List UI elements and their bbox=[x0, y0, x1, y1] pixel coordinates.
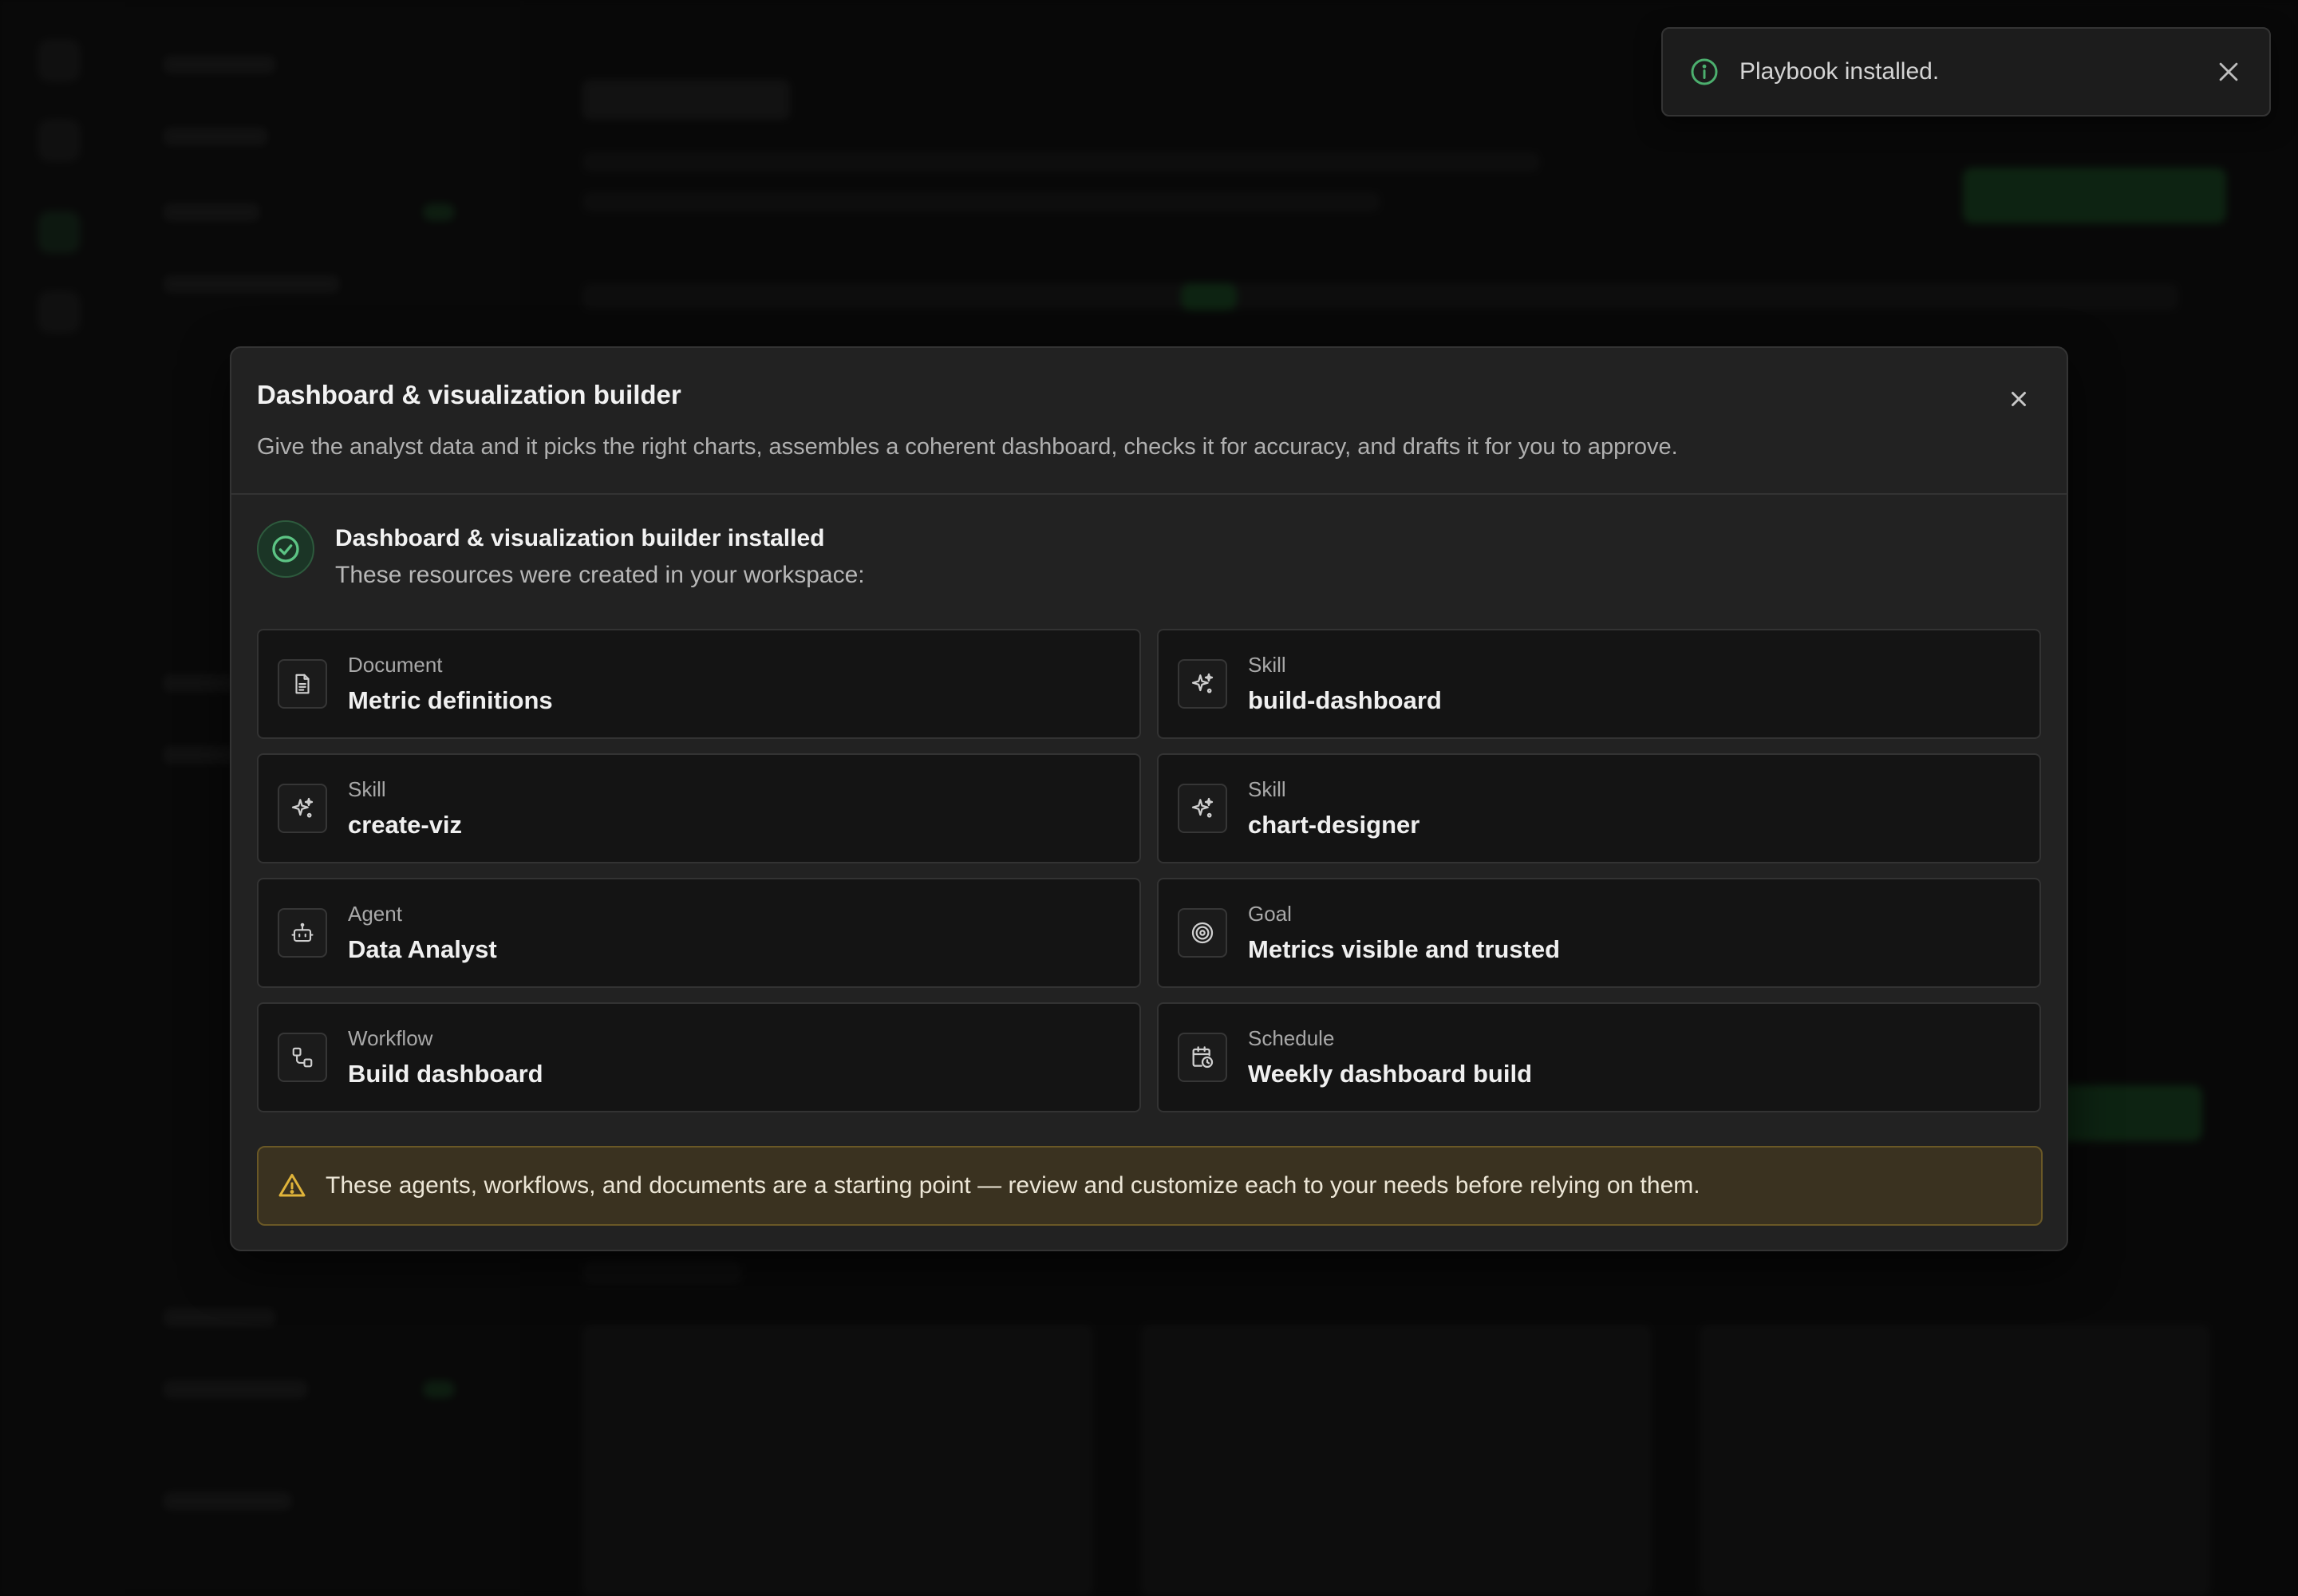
resource-grid: Document Metric definitions Skill build-… bbox=[257, 629, 2043, 1112]
resource-type: Schedule bbox=[1248, 1026, 1335, 1050]
disclaimer-text: These agents, workflows, and documents a… bbox=[326, 1172, 1700, 1199]
resource-name: Build dashboard bbox=[348, 1060, 543, 1088]
resource-name: create-viz bbox=[348, 811, 463, 839]
resource-card-schedule[interactable]: Schedule Weekly dashboard build bbox=[1157, 1002, 2041, 1112]
resource-type: Goal bbox=[1248, 902, 1292, 926]
resource-type: Agent bbox=[348, 902, 402, 926]
resource-card-goal[interactable]: Goal Metrics visible and trusted bbox=[1157, 878, 2041, 988]
sparkle-icon bbox=[1178, 659, 1227, 709]
sparkle-icon bbox=[278, 784, 327, 833]
resource-type: Skill bbox=[1248, 777, 1286, 801]
resource-name: Weekly dashboard build bbox=[1248, 1060, 1533, 1088]
resource-name: Metrics visible and trusted bbox=[1248, 935, 1561, 963]
robot-icon bbox=[278, 908, 327, 958]
check-circle-icon bbox=[257, 520, 314, 578]
workflow-icon bbox=[278, 1033, 327, 1082]
resource-card-skill[interactable]: Skill create-viz bbox=[257, 753, 1141, 863]
resource-name: chart-designer bbox=[1248, 811, 1420, 839]
resource-card-skill[interactable]: Skill build-dashboard bbox=[1157, 629, 2041, 739]
info-icon bbox=[1690, 57, 1719, 86]
success-subtitle: These resources were created in your wor… bbox=[335, 562, 865, 588]
resource-card-workflow[interactable]: Workflow Build dashboard bbox=[257, 1002, 1141, 1112]
resource-type: Workflow bbox=[348, 1026, 433, 1050]
resource-type: Skill bbox=[348, 777, 386, 801]
dialog-close-icon[interactable] bbox=[2004, 385, 2033, 413]
resource-type: Skill bbox=[1248, 653, 1286, 677]
sparkle-icon bbox=[1178, 784, 1227, 833]
resource-name: Data Analyst bbox=[348, 935, 497, 963]
toast-notification: Playbook installed. bbox=[1661, 27, 2271, 117]
install-success: Dashboard & visualization builder instal… bbox=[231, 495, 2067, 614]
resource-card-agent[interactable]: Agent Data Analyst bbox=[257, 878, 1141, 988]
resource-card-skill[interactable]: Skill chart-designer bbox=[1157, 753, 2041, 863]
success-title: Dashboard & visualization builder instal… bbox=[335, 525, 825, 551]
disclaimer-banner: These agents, workflows, and documents a… bbox=[257, 1146, 2043, 1226]
document-icon bbox=[278, 659, 327, 709]
target-icon bbox=[1178, 908, 1227, 958]
resource-name: build-dashboard bbox=[1248, 686, 1442, 714]
warning-icon bbox=[278, 1171, 306, 1200]
resource-card-document[interactable]: Document Metric definitions bbox=[257, 629, 1141, 739]
dialog-description: Give the analyst data and it picks the r… bbox=[257, 434, 1678, 460]
toast-close-icon[interactable] bbox=[2215, 58, 2242, 85]
toast-message: Playbook installed. bbox=[1739, 58, 1940, 85]
playbook-install-dialog: Dashboard & visualization builder Give t… bbox=[230, 346, 2068, 1251]
calendar-clock-icon bbox=[1178, 1033, 1227, 1082]
dialog-header: Dashboard & visualization builder Give t… bbox=[231, 348, 2067, 495]
resource-type: Document bbox=[348, 653, 443, 677]
resource-name: Metric definitions bbox=[348, 686, 553, 714]
dialog-title: Dashboard & visualization builder bbox=[257, 380, 681, 409]
